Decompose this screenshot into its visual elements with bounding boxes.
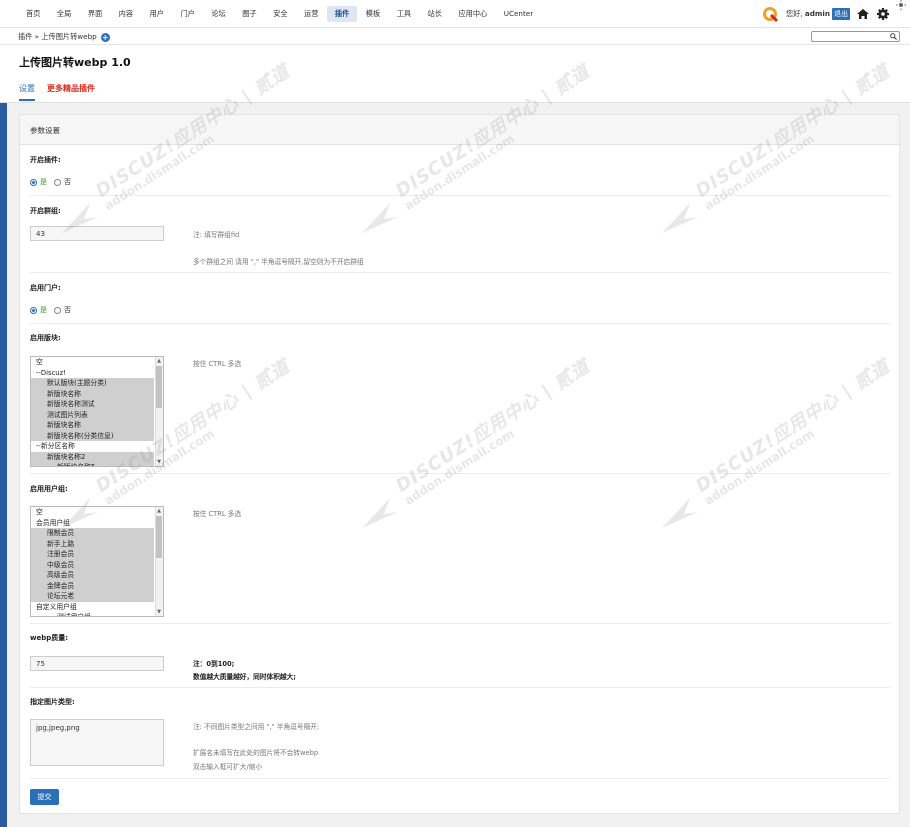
divider bbox=[30, 687, 890, 688]
username: admin bbox=[804, 9, 830, 18]
nav-item[interactable]: 应用中心 bbox=[450, 6, 495, 22]
enable-plugin-no-radio[interactable] bbox=[54, 178, 61, 186]
top-navigation: 首页 全局 界面 内容 用户 门户 论坛 圈子 安全 运营 插件 模板 工具 站长 应用中心 UCenter … bbox=[0, 0, 910, 28]
submit-button[interactable]: 提交 bbox=[30, 789, 59, 805]
image-types-note-3: 双击输入框可扩大/缩小 bbox=[193, 763, 263, 771]
usergroups-label: 启用用户组: bbox=[30, 485, 68, 493]
user-area: 您好, admin 退出 bbox=[762, 5, 890, 23]
divider bbox=[30, 778, 890, 779]
nav-item[interactable]: 安全 bbox=[265, 6, 295, 22]
breadcrumb: 插件 » 上传图片转webp + bbox=[18, 32, 110, 42]
search-input[interactable] bbox=[811, 31, 900, 42]
left-accent-strip bbox=[0, 45, 7, 827]
nav-item[interactable]: 工具 bbox=[389, 6, 419, 22]
page-title: 上传图片转webp 1.0 bbox=[19, 56, 131, 69]
panel-header: 参数设置 bbox=[20, 115, 899, 145]
list-option[interactable]: 默认版块(主题分类) bbox=[31, 378, 154, 389]
main-menu: 首页 全局 界面 内容 用户 门户 论坛 圈子 安全 运营 插件 模板 工具 站长 应用中心 UCenter bbox=[18, 6, 542, 22]
tab-bar: 设置 更多精品插件 bbox=[19, 83, 107, 101]
breadcrumb-bar: 插件 » 上传图片转webp + bbox=[0, 28, 910, 45]
quality-label: webp质量: bbox=[30, 634, 69, 642]
group-note: 注: 填写群组fid bbox=[193, 231, 240, 239]
logout-link[interactable]: 退出 bbox=[832, 8, 850, 20]
nav-item[interactable]: 全局 bbox=[49, 6, 79, 22]
gear-icon[interactable] bbox=[876, 7, 890, 21]
image-types-label: 指定图片类型: bbox=[30, 698, 75, 706]
tab-more-plugins[interactable]: 更多精品插件 bbox=[47, 83, 95, 101]
quality-note-2: 数值越大质量越好，同时体积越大; bbox=[193, 673, 296, 681]
app-logo-icon bbox=[762, 7, 778, 22]
portal-label: 启用门户: bbox=[30, 284, 61, 292]
nav-item[interactable]: 插件 bbox=[326, 6, 358, 22]
portal-no-radio[interactable] bbox=[54, 306, 61, 314]
image-types-note-2: 扩展名未填写在此处的图片将不会转webp bbox=[193, 749, 319, 757]
enable-plugin-radio: 是 否 bbox=[30, 177, 71, 187]
divider bbox=[30, 195, 890, 196]
list-option[interactable]: 新手上路 bbox=[31, 538, 154, 549]
search-icon[interactable] bbox=[890, 33, 897, 40]
forums-note: 按住 CTRL 多选 bbox=[193, 360, 242, 368]
group-fid-input[interactable]: 43 bbox=[30, 226, 164, 241]
list-option[interactable]: 高级会员 bbox=[31, 570, 154, 581]
list-option[interactable]: 新版块名称 bbox=[31, 420, 154, 431]
list-option[interactable]: 新版块名称5 bbox=[31, 462, 154, 466]
list-option[interactable]: 新版块名称 bbox=[31, 388, 154, 399]
nav-item[interactable]: 圈子 bbox=[234, 6, 264, 22]
divider bbox=[30, 473, 890, 474]
list-option[interactable]: 空 bbox=[31, 357, 163, 368]
nav-item[interactable]: 门户 bbox=[172, 6, 202, 22]
list-option[interactable]: 空 bbox=[31, 507, 163, 518]
nav-item[interactable]: 运营 bbox=[296, 6, 326, 22]
list-option[interactable]: 会员用户组 bbox=[31, 518, 163, 529]
group-label: 开启群组: bbox=[30, 207, 61, 215]
forums-scrollbar[interactable]: ▲ ▼ bbox=[155, 357, 163, 466]
list-option[interactable]: 自定义用户组 bbox=[31, 602, 163, 613]
nav-item[interactable]: 首页 bbox=[18, 6, 48, 22]
forums-multiselect[interactable]: 空 --Discuz! 默认版块(主题分类) 新版块名称 新版块名称测试 测试图片列表 新版… bbox=[30, 356, 164, 467]
nav-item[interactable]: 界面 bbox=[80, 6, 110, 22]
tab-settings[interactable]: 设置 bbox=[19, 83, 35, 101]
list-option[interactable]: --Discuz! bbox=[31, 368, 163, 379]
group-note-2: 多个群组之间 请用 "," 半角逗号隔开,留空则为不开启群组 bbox=[193, 258, 364, 266]
nav-item[interactable]: UCenter bbox=[496, 6, 541, 22]
nav-item[interactable]: 用户 bbox=[142, 6, 172, 22]
divider bbox=[30, 623, 890, 624]
portal-yes-radio[interactable] bbox=[30, 306, 37, 314]
usergroups-scrollbar[interactable]: ▲ ▼ bbox=[155, 507, 163, 616]
nav-item[interactable]: 论坛 bbox=[203, 6, 233, 22]
image-types-textarea[interactable]: jpg,jpeg,png bbox=[30, 719, 164, 766]
forums-label: 启用版块: bbox=[30, 334, 61, 342]
portal-radio: 是 否 bbox=[30, 305, 71, 315]
home-icon[interactable] bbox=[856, 7, 870, 21]
usergroups-multiselect[interactable]: 空会员用户组 限制会员 新手上路 注册会员 中级会员 高级会员 金牌会员 论坛元老 自定义用户组… bbox=[30, 506, 164, 617]
nav-item[interactable]: 站长 bbox=[420, 6, 450, 22]
list-option[interactable]: 注册会员 bbox=[31, 549, 154, 560]
list-option[interactable]: 金牌会员 bbox=[31, 580, 154, 591]
add-favorite-icon[interactable]: + bbox=[100, 32, 110, 42]
list-option[interactable]: 新版块名称2 bbox=[31, 451, 154, 462]
list-option[interactable]: 论坛元老 bbox=[31, 591, 154, 602]
nav-item[interactable]: 模板 bbox=[358, 6, 388, 22]
enable-plugin-label: 开启插件: bbox=[30, 156, 61, 164]
quality-input[interactable]: 75 bbox=[30, 656, 164, 671]
list-option[interactable]: --新分区名称 bbox=[31, 441, 163, 452]
page-header: 上传图片转webp 1.0 设置 更多精品插件 bbox=[0, 45, 910, 103]
settings-panel: 参数设置 开启插件: 是 否 开启群组: 43 注: 填写群组fid 多个群组之… bbox=[19, 114, 900, 814]
list-option[interactable]: 测试图片列表 bbox=[31, 409, 154, 420]
list-option[interactable]: 中级会员 bbox=[31, 559, 154, 570]
sun-icon[interactable] bbox=[896, 0, 906, 10]
divider bbox=[30, 323, 890, 324]
list-option[interactable]: 新版块名称测试 bbox=[31, 399, 154, 410]
quality-note: 注：0到100; bbox=[193, 660, 235, 668]
list-option[interactable]: 限制会员 bbox=[31, 528, 154, 539]
greeting: 您好, admin bbox=[785, 9, 830, 18]
list-option[interactable]: 测试用户组 bbox=[31, 612, 163, 616]
list-option[interactable]: 新版块名称(分类信息) bbox=[31, 430, 154, 441]
image-types-note: 注: 不同图片类型之间用 "," 半角逗号隔开; bbox=[193, 723, 320, 731]
divider bbox=[30, 272, 890, 273]
nav-item[interactable]: 内容 bbox=[111, 6, 141, 22]
enable-plugin-yes-radio[interactable] bbox=[30, 178, 37, 186]
usergroups-note: 按住 CTRL 多选 bbox=[193, 510, 242, 518]
